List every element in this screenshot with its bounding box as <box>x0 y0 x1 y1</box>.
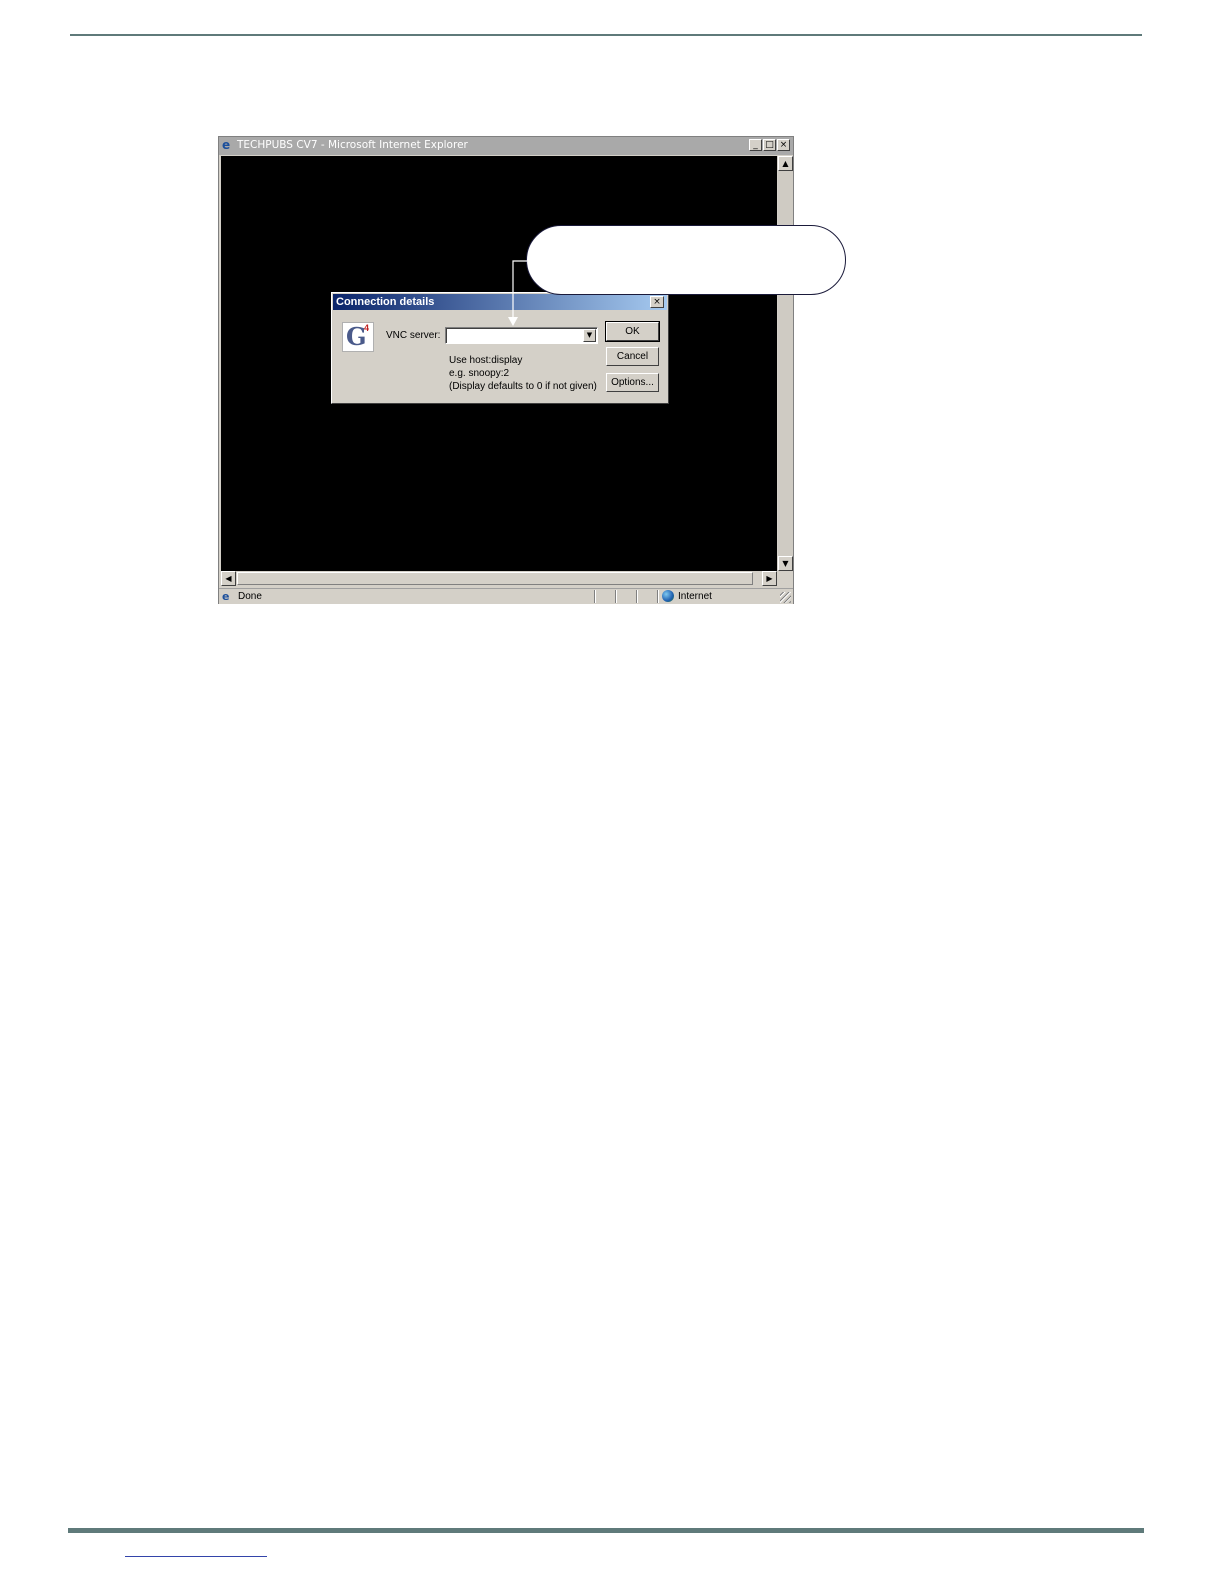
ok-button[interactable]: OK <box>605 321 660 342</box>
security-zone-text: Internet <box>678 591 712 602</box>
close-button[interactable]: × <box>777 139 790 151</box>
minimize-button[interactable]: _ <box>749 139 762 151</box>
status-divider <box>594 590 596 603</box>
scroll-left-icon[interactable]: ◀ <box>221 571 236 586</box>
vnc-server-label: VNC server: <box>386 330 441 341</box>
horizontal-scroll-thumb[interactable] <box>237 572 753 585</box>
globe-icon <box>662 590 674 602</box>
chevron-down-icon[interactable]: ▼ <box>583 329 596 342</box>
status-text: Done <box>238 591 262 602</box>
scroll-down-icon[interactable]: ▼ <box>778 556 793 571</box>
vnc-logo: G 4 <box>342 322 374 352</box>
status-divider <box>636 590 638 603</box>
status-divider <box>657 590 659 603</box>
status-bar: e Done Internet <box>219 588 793 604</box>
footer-rule <box>68 1528 1144 1533</box>
status-divider <box>615 590 617 603</box>
hint-line: Use host:display <box>449 355 523 366</box>
browser-title: TECHPUBS CV7 - Microsoft Internet Explor… <box>237 139 468 151</box>
dialog-titlebar: Connection details × <box>333 294 667 310</box>
dialog-title: Connection details <box>336 296 435 308</box>
hint-line: (Display defaults to 0 if not given) <box>449 381 597 392</box>
ie-page-icon: e <box>222 590 230 603</box>
cancel-button[interactable]: Cancel <box>606 347 659 366</box>
hint-line: e.g. snoopy:2 <box>449 368 510 379</box>
logo-superscript: 4 <box>364 323 370 333</box>
resize-grip-icon[interactable] <box>780 592 791 603</box>
header-rule <box>70 34 1142 36</box>
connection-dialog: Connection details × G 4 VNC server: ▼ U… <box>331 292 669 404</box>
scroll-right-icon[interactable]: ▶ <box>762 571 777 586</box>
maximize-button[interactable]: □ <box>763 139 776 151</box>
options-button[interactable]: Options... <box>606 373 659 392</box>
ie-icon: e <box>222 138 231 152</box>
vnc-server-combobox[interactable]: ▼ <box>445 327 598 344</box>
footer-link-underline[interactable] <box>125 1556 267 1557</box>
scroll-up-icon[interactable]: ▲ <box>778 156 793 171</box>
browser-titlebar: e TECHPUBS CV7 - Microsoft Internet Expl… <box>219 137 793 155</box>
callout-bubble <box>526 225 846 295</box>
vertical-scrollbar[interactable]: ▲ ▼ <box>778 156 793 571</box>
dialog-close-icon[interactable]: × <box>650 296 664 308</box>
horizontal-scrollbar[interactable]: ◀ ▶ <box>221 571 777 586</box>
